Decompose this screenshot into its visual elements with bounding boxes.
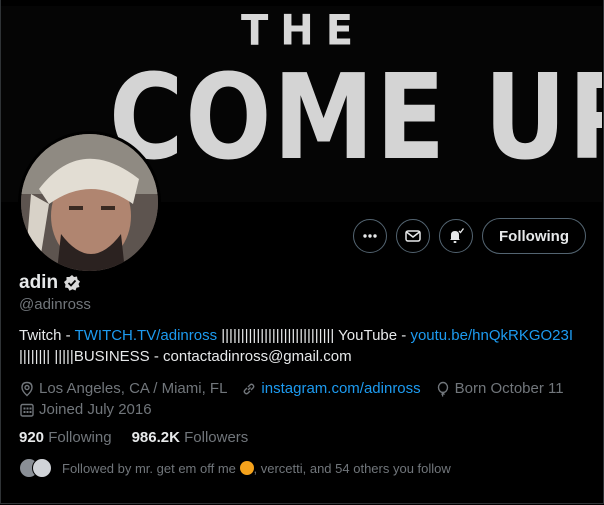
following-count: 920: [19, 429, 45, 446]
profile-actions: Following: [353, 218, 586, 254]
follower-avatar: [32, 458, 52, 478]
envelope-icon: [405, 230, 421, 242]
message-button[interactable]: [396, 219, 431, 253]
twitch-link[interactable]: TWITCH.TV/adinross: [75, 327, 218, 344]
verified-badge-icon: [64, 275, 81, 291]
profile-name-row: adin: [19, 272, 81, 294]
location-text: Los Angeles, CA / Miami, FL: [39, 379, 228, 397]
bio-text: |||||||| |||||BUSINESS - contactadinross…: [19, 348, 352, 365]
bio-text: ||||||||||||||||||||||||||||| YouTube -: [217, 327, 411, 344]
following-count-link[interactable]: 920 Following: [19, 429, 112, 446]
profile-bio: Twitch - TWITCH.TV/adinross ||||||||||||…: [19, 325, 589, 367]
followed-by-suffix: , vercetti, and 54 others you follow: [253, 460, 451, 476]
joined-text: Joined July 2016: [39, 400, 152, 418]
followed-by-avatars: [19, 458, 52, 478]
profile-avatar[interactable]: [18, 131, 161, 274]
followers-count: 986.2K: [131, 429, 180, 446]
website-link[interactable]: instagram.com/adinross: [261, 379, 420, 399]
link-icon: [243, 383, 255, 394]
following-label: Following: [48, 429, 112, 446]
birthday-text: Born October 11: [454, 379, 564, 397]
location-item: Los Angeles, CA / Miami, FL: [19, 379, 227, 399]
bio-text: Twitch -: [19, 327, 75, 344]
profile-handle: @adinross: [19, 296, 91, 313]
birthday-item: Born October 11: [435, 379, 564, 399]
more-icon: [363, 234, 377, 238]
calendar-icon: [20, 403, 34, 417]
more-options-button[interactable]: [353, 219, 388, 253]
notifications-button[interactable]: [439, 219, 474, 253]
following-button[interactable]: Following: [482, 218, 586, 254]
balloon-icon: [437, 381, 448, 397]
followed-by-prefix: Followed by mr. get em off me: [62, 460, 240, 476]
emoji-icon: [239, 460, 254, 475]
location-pin-icon: [21, 381, 33, 396]
banner-title-line2: COME UP: [109, 48, 602, 186]
followers-count-link[interactable]: 986.2K Followers: [132, 429, 249, 446]
followed-by-row[interactable]: Followed by mr. get em off me , vercetti…: [19, 458, 451, 478]
joined-item: Joined July 2016: [19, 400, 152, 420]
website-item[interactable]: instagram.com/adinross: [241, 379, 421, 399]
bell-check-icon: [450, 228, 465, 243]
followers-label: Followers: [184, 429, 249, 446]
youtube-link[interactable]: youtu.be/hnQkRKGO23I: [410, 327, 573, 344]
follow-counts: 920 Following 986.2K Followers: [19, 429, 248, 446]
profile-meta: Los Angeles, CA / Miami, FL instagram.co…: [19, 378, 599, 420]
profile-name: adin: [19, 272, 59, 293]
